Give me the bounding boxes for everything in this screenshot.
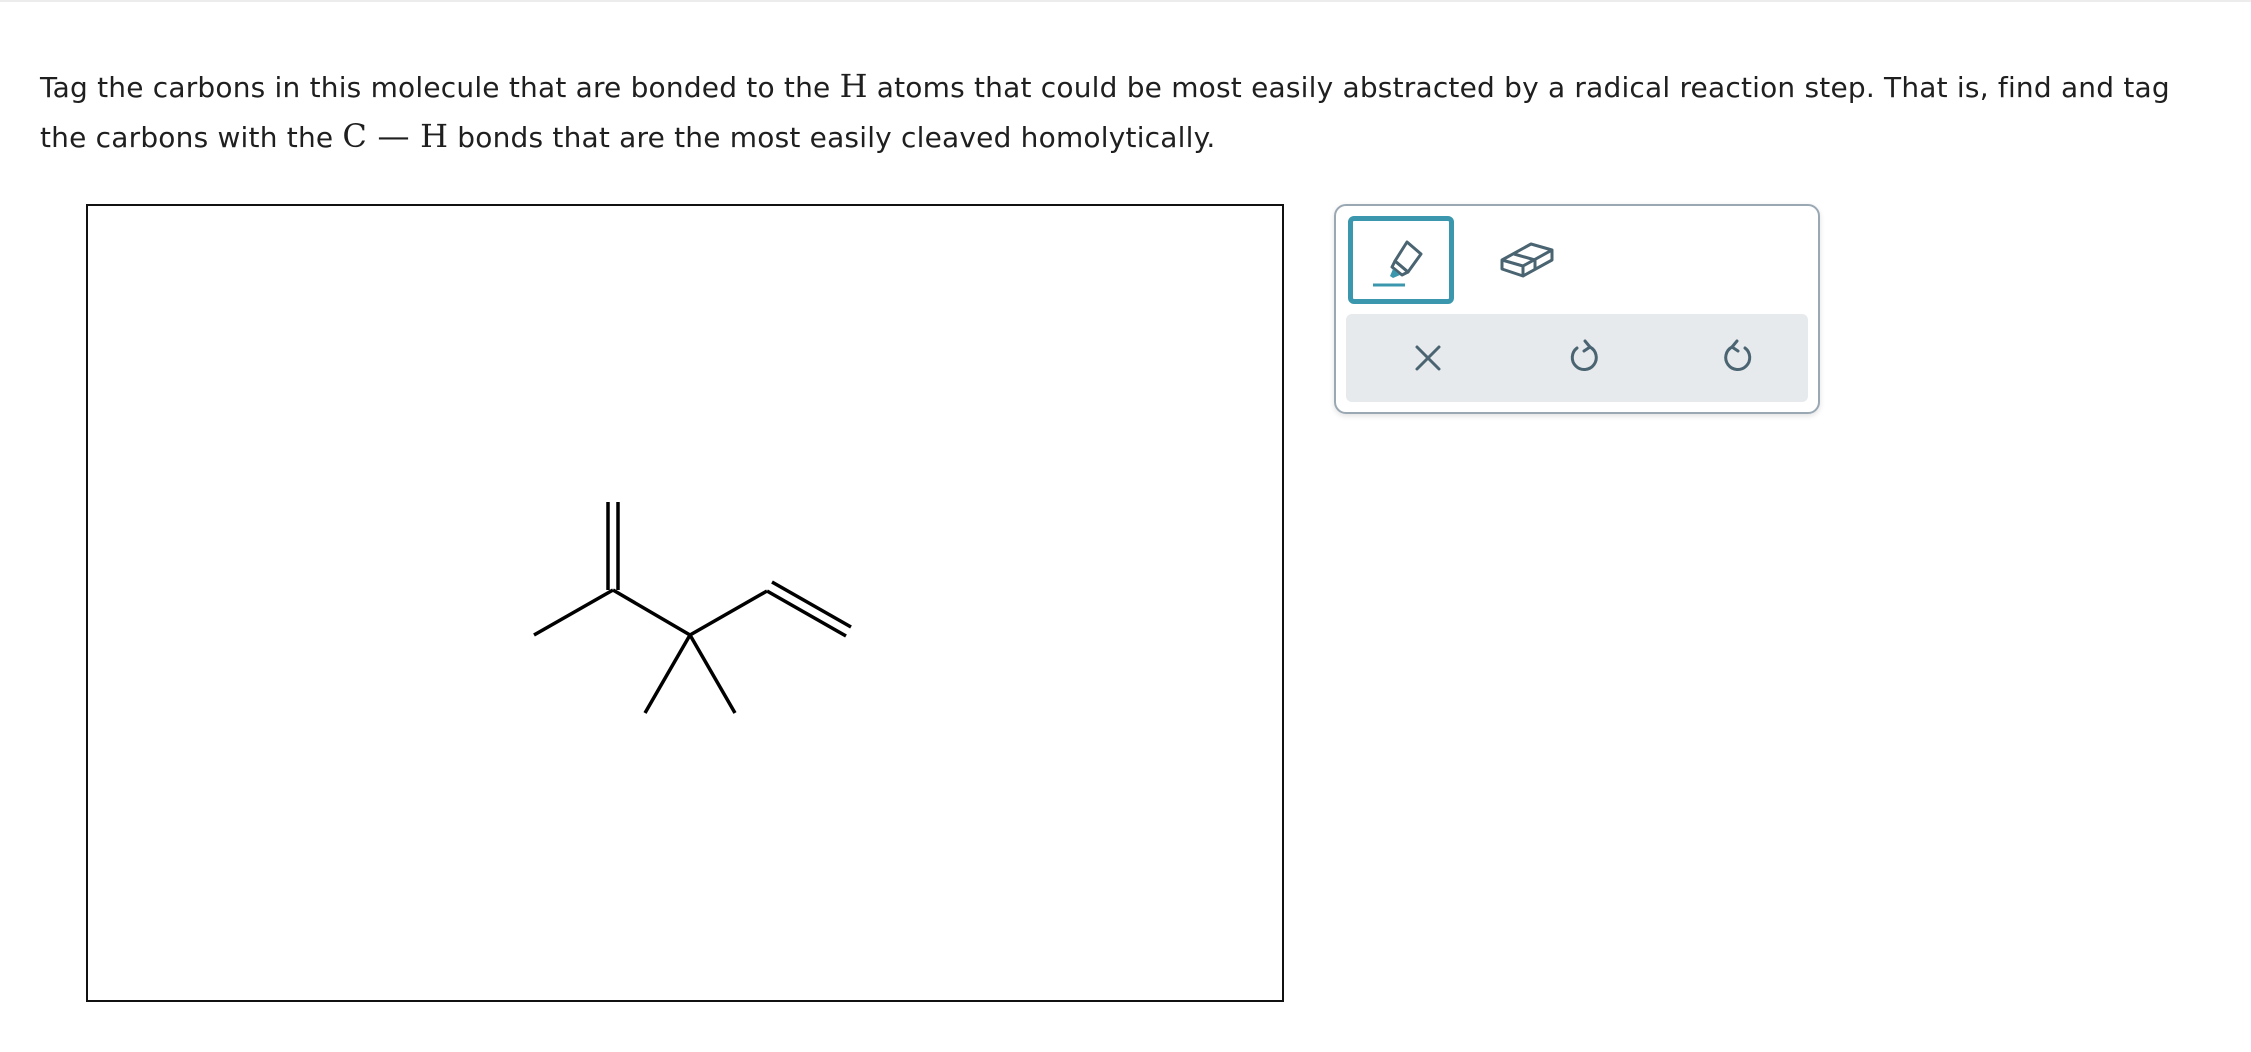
molecule-canvas[interactable] xyxy=(86,204,1284,1002)
bond-dash-symbol: — xyxy=(367,117,421,155)
redo-button[interactable] xyxy=(1708,328,1768,388)
redo-icon xyxy=(1724,339,1752,372)
molecule-structure xyxy=(533,502,852,714)
hydrogen-symbol: H xyxy=(839,67,868,105)
bond-vinyl-b[interactable] xyxy=(771,580,852,629)
hydrogen-symbol-2: H xyxy=(420,117,449,155)
prompt-text-1: Tag the carbons in this molecule that ar… xyxy=(40,71,840,104)
bond-c2-c3[interactable] xyxy=(612,588,691,637)
highlighter-icon xyxy=(1373,240,1423,287)
bond-c1-c2[interactable] xyxy=(533,588,614,637)
prompt-text-3: bonds that are the most easily cleaved h… xyxy=(448,121,1216,154)
tag-tool-button[interactable] xyxy=(1348,216,1454,304)
erase-tool-button[interactable] xyxy=(1486,216,1592,304)
undo-button[interactable] xyxy=(1554,328,1614,388)
eraser-icon xyxy=(1500,242,1554,278)
bond-vinyl-a[interactable] xyxy=(766,589,847,638)
bond-c3-methyl-right[interactable] xyxy=(688,634,737,714)
question-prompt: Tag the carbons in this molecule that ar… xyxy=(40,62,2220,162)
undo-icon xyxy=(1570,339,1598,372)
clear-button[interactable] xyxy=(1398,328,1458,388)
toolbox-actions xyxy=(1346,314,1808,402)
close-icon xyxy=(1415,345,1441,371)
carbon-symbol: C xyxy=(342,117,368,155)
bond-c3-c4[interactable] xyxy=(689,589,768,637)
bond-c3-methyl-left[interactable] xyxy=(643,634,692,714)
tag-toolbox xyxy=(1334,204,1820,414)
top-rule xyxy=(0,0,2251,2)
